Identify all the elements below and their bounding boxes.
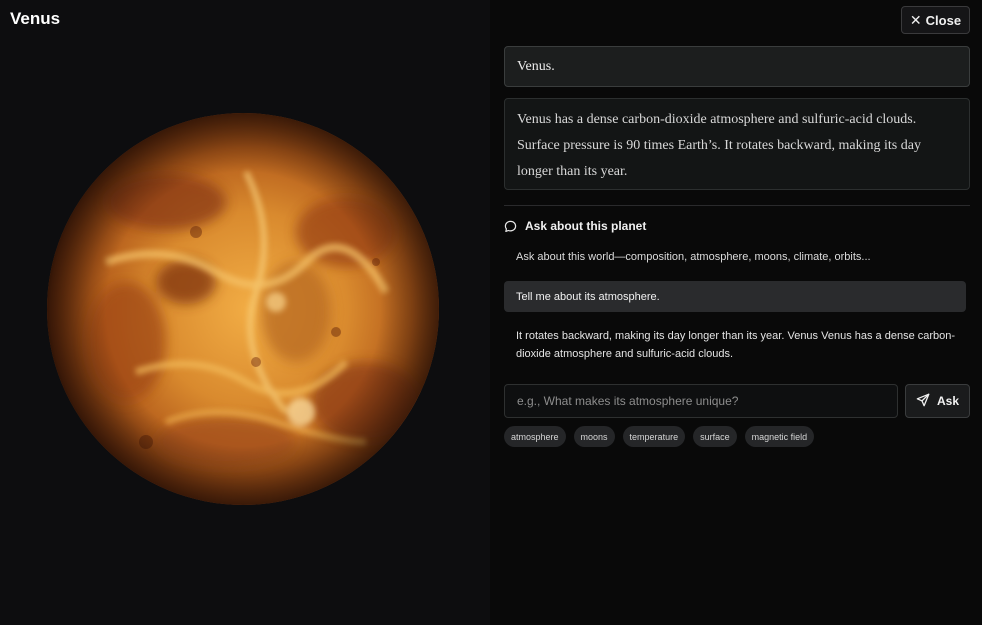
chat-bubble-icon	[504, 220, 517, 233]
ask-button[interactable]: Ask	[905, 384, 970, 418]
user-message: Tell me about its atmosphere.	[504, 281, 966, 312]
ask-input[interactable]	[504, 384, 898, 418]
planet-description: Venus has a dense carbon-dioxide atmosph…	[504, 98, 970, 190]
ask-heading: Ask about this planet	[525, 219, 647, 233]
suggestion-chips: atmosphere moons temperature surface mag…	[504, 426, 815, 447]
chip-surface[interactable]: surface	[693, 426, 737, 447]
chip-temperature[interactable]: temperature	[622, 426, 686, 447]
info-panel	[490, 0, 982, 625]
chip-moons[interactable]: moons	[573, 426, 615, 447]
ask-button-label: Ask	[936, 394, 959, 408]
planet-image	[46, 112, 440, 506]
send-icon	[916, 393, 930, 410]
page-title: Venus	[10, 9, 61, 28]
assistant-message: It rotates backward, making its day long…	[516, 330, 956, 360]
ask-section-header: Ask about this planet	[504, 217, 646, 235]
ask-hint: Ask about this world—composition, atmosp…	[516, 251, 871, 263]
section-divider	[504, 205, 970, 206]
close-label: Close	[925, 12, 962, 28]
close-button[interactable]: ✕ Close	[901, 6, 970, 34]
close-icon: ✕	[909, 11, 922, 28]
short-answer: Venus.	[504, 46, 970, 87]
chip-magnetic-field[interactable]: magnetic field	[744, 426, 815, 447]
chip-atmosphere[interactable]: atmosphere	[504, 426, 566, 447]
